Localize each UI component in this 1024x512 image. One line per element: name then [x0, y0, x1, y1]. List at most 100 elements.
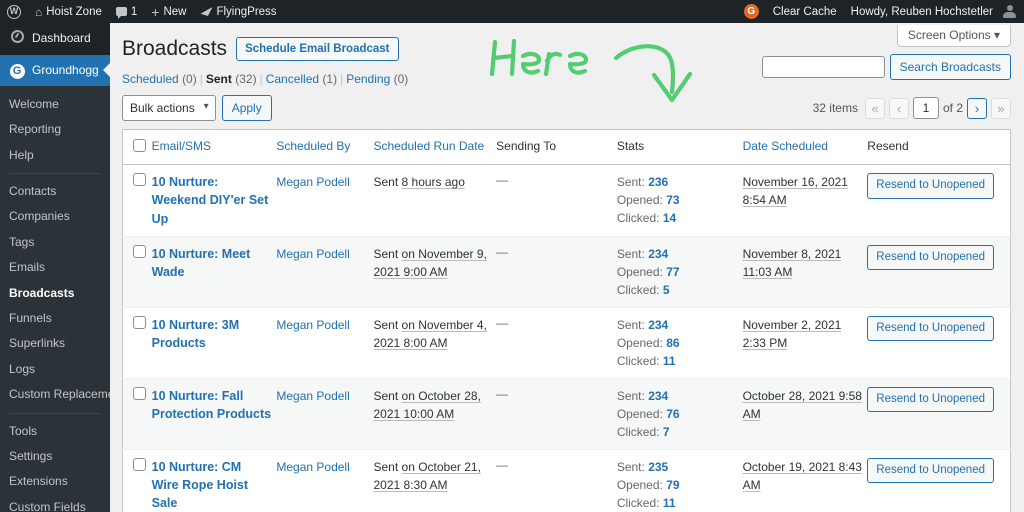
sidebar-item-funnels[interactable]: Funnels	[0, 306, 110, 331]
run-date-cell: Sent 8 hours ago	[373, 165, 496, 236]
broadcast-title-link[interactable]: 10 Nurture: 3M Products	[152, 318, 240, 350]
run-date-value: 8 hours ago	[401, 175, 465, 190]
resend-to-unopened-button[interactable]: Resend to Unopened	[867, 315, 994, 341]
sidebar-item-broadcasts[interactable]: Broadcasts	[0, 281, 110, 306]
sidebar-item-dashboard[interactable]: Dashboard	[0, 23, 110, 55]
stat-opened-label: Opened:	[616, 477, 663, 492]
schedule-email-broadcast-button[interactable]: Schedule Email Broadcast	[236, 36, 399, 61]
filter-sent[interactable]: Sent (32)	[206, 72, 257, 86]
run-date-cell: Sent on October 28, 2021 10:00 AM	[373, 378, 497, 450]
wordpress-logo-menu[interactable]	[0, 0, 28, 23]
stat-clicked-value[interactable]: 7	[663, 425, 670, 439]
sidebar-item-welcome[interactable]: Welcome	[0, 92, 110, 117]
select-all-checkbox[interactable]	[133, 139, 146, 153]
scheduled-by-link[interactable]: Megan Podell	[276, 175, 349, 189]
site-name-menu[interactable]: ⌂ Hoist Zone	[28, 0, 109, 23]
filter-cancelled[interactable]: Cancelled (1)	[266, 72, 337, 86]
resend-to-unopened-button[interactable]: Resend to Unopened	[867, 386, 994, 412]
groundhogg-adminbar-menu[interactable]: G	[737, 0, 766, 23]
row-checkbox[interactable]	[133, 386, 146, 400]
stat-clicked-value[interactable]: 14	[663, 211, 676, 225]
date-scheduled-link[interactable]: October 19, 2021 8:43 AM	[743, 460, 862, 492]
sidebar-item-superlinks[interactable]: Superlinks	[0, 331, 110, 356]
run-date-prefix: Sent	[373, 175, 402, 190]
sidebar-item-custom-fields[interactable]: Custom Fields	[0, 495, 110, 512]
row-checkbox[interactable]	[133, 315, 146, 329]
clear-cache-button[interactable]: Clear Cache	[766, 0, 844, 23]
broadcast-title-link[interactable]: 10 Nurture: CM Wire Rope Hoist Sale	[152, 460, 248, 510]
first-page-button[interactable]: «	[864, 97, 885, 119]
stat-opened-value[interactable]: 79	[666, 478, 679, 492]
sidebar-item-extensions[interactable]: Extensions	[0, 469, 110, 494]
resend-to-unopened-button[interactable]: Resend to Unopened	[867, 173, 994, 199]
next-page-button[interactable]: ›	[967, 97, 987, 119]
stat-opened-value[interactable]: 73	[666, 193, 679, 207]
sidebar-item-emails[interactable]: Emails	[0, 255, 110, 280]
filter-scheduled[interactable]: Scheduled (0)	[122, 72, 197, 86]
broadcast-title-link[interactable]: 10 Nurture: Fall Protection Products	[152, 389, 271, 421]
column-date-scheduled[interactable]: Date Scheduled	[742, 129, 868, 166]
scheduled-by-link[interactable]: Megan Podell	[276, 247, 349, 261]
broadcast-title-link[interactable]: 10 Nurture: Weekend DIY'er Set Up	[152, 175, 269, 225]
sidebar-item-tags[interactable]: Tags	[0, 230, 110, 255]
bulk-actions-select[interactable]: Bulk actions	[122, 95, 216, 122]
sidebar-item-companies[interactable]: Companies	[0, 204, 110, 229]
stat-opened-value[interactable]: 76	[666, 407, 679, 421]
my-account-menu[interactable]: Howdy, Reuben Hochstetler	[844, 0, 1024, 23]
page-title: Broadcasts	[122, 37, 228, 60]
sidebar-item-reporting[interactable]: Reporting	[0, 117, 110, 142]
date-scheduled-link[interactable]: November 2, 2021 2:33 PM	[743, 318, 842, 350]
date-scheduled-link[interactable]: October 28, 2021 9:58 AM	[743, 389, 862, 421]
current-page-input[interactable]: 1	[912, 97, 939, 120]
row-checkbox[interactable]	[133, 244, 146, 258]
search-broadcasts-button[interactable]: Search Broadcasts	[889, 54, 1011, 80]
row-checkbox[interactable]	[133, 173, 146, 187]
stat-sent-value[interactable]: 235	[648, 460, 668, 474]
stat-clicked-value[interactable]: 11	[663, 354, 676, 368]
sidebar-item-logs[interactable]: Logs	[0, 357, 110, 382]
column-scheduled-by[interactable]: Scheduled By	[276, 129, 374, 166]
stat-sent-value[interactable]: 234	[648, 389, 668, 403]
screen-options-tab[interactable]: Screen Options ▾	[896, 25, 1011, 47]
date-scheduled-link[interactable]: November 16, 2021 8:54 AM	[743, 175, 848, 207]
scheduled-by-link[interactable]: Megan Podell	[276, 389, 349, 403]
date-scheduled-link[interactable]: November 8, 2021 11:03 AM	[743, 247, 842, 279]
prev-page-button[interactable]: ‹	[888, 97, 909, 119]
date-scheduled-cell: November 8, 2021 11:03 AM	[742, 236, 868, 308]
resend-to-unopened-button[interactable]: Resend to Unopened	[867, 457, 994, 483]
filter-pending[interactable]: Pending (0)	[346, 72, 408, 86]
broadcast-title-link[interactable]: 10 Nurture: Meet Wade	[152, 247, 251, 279]
stat-clicked-value[interactable]: 5	[663, 283, 670, 297]
apply-button[interactable]: Apply	[221, 95, 272, 122]
new-content-menu[interactable]: + New	[144, 0, 193, 23]
sidebar-item-help[interactable]: Help	[0, 143, 110, 168]
sidebar-item-tools[interactable]: Tools	[0, 419, 110, 444]
scheduled-by-link[interactable]: Megan Podell	[276, 460, 349, 474]
comments-menu[interactable]: 1	[109, 0, 144, 23]
last-page-button[interactable]: »	[991, 97, 1011, 119]
stat-sent-value[interactable]: 234	[648, 247, 668, 261]
run-date-cell: Sent on November 9, 2021 9:00 AM	[373, 236, 497, 308]
flyingpress-menu[interactable]: FlyingPress	[193, 0, 283, 23]
scheduled-by-link[interactable]: Megan Podell	[276, 318, 349, 332]
pagination: 32 items « ‹ 1 of 2 › »	[813, 95, 1011, 120]
stat-clicked-value[interactable]: 11	[663, 496, 676, 510]
stat-opened-value[interactable]: 86	[666, 336, 679, 350]
select-all-header	[122, 129, 152, 166]
row-checkbox[interactable]	[133, 457, 146, 471]
column-email-sms[interactable]: Email/SMS	[151, 129, 277, 166]
stat-sent-value[interactable]: 236	[648, 175, 668, 189]
sidebar-item-contacts[interactable]: Contacts	[0, 179, 110, 204]
feather-icon	[200, 7, 213, 16]
resend-to-unopened-button[interactable]: Resend to Unopened	[867, 244, 994, 270]
comment-count: 1	[130, 5, 138, 18]
row-select-cell	[123, 307, 152, 378]
stat-sent-value[interactable]: 234	[648, 318, 668, 332]
stat-sent: Sent: 234	[617, 387, 738, 405]
sidebar-item-groundhogg[interactable]: G Groundhogg	[0, 54, 110, 86]
sidebar-item-settings[interactable]: Settings	[0, 444, 110, 469]
stat-opened-value[interactable]: 77	[666, 265, 679, 279]
sidebar-item-custom-replacements[interactable]: Custom Replacements	[0, 382, 110, 407]
search-input[interactable]	[761, 56, 885, 78]
column-scheduled-run-date[interactable]: Scheduled Run Date	[373, 129, 497, 166]
